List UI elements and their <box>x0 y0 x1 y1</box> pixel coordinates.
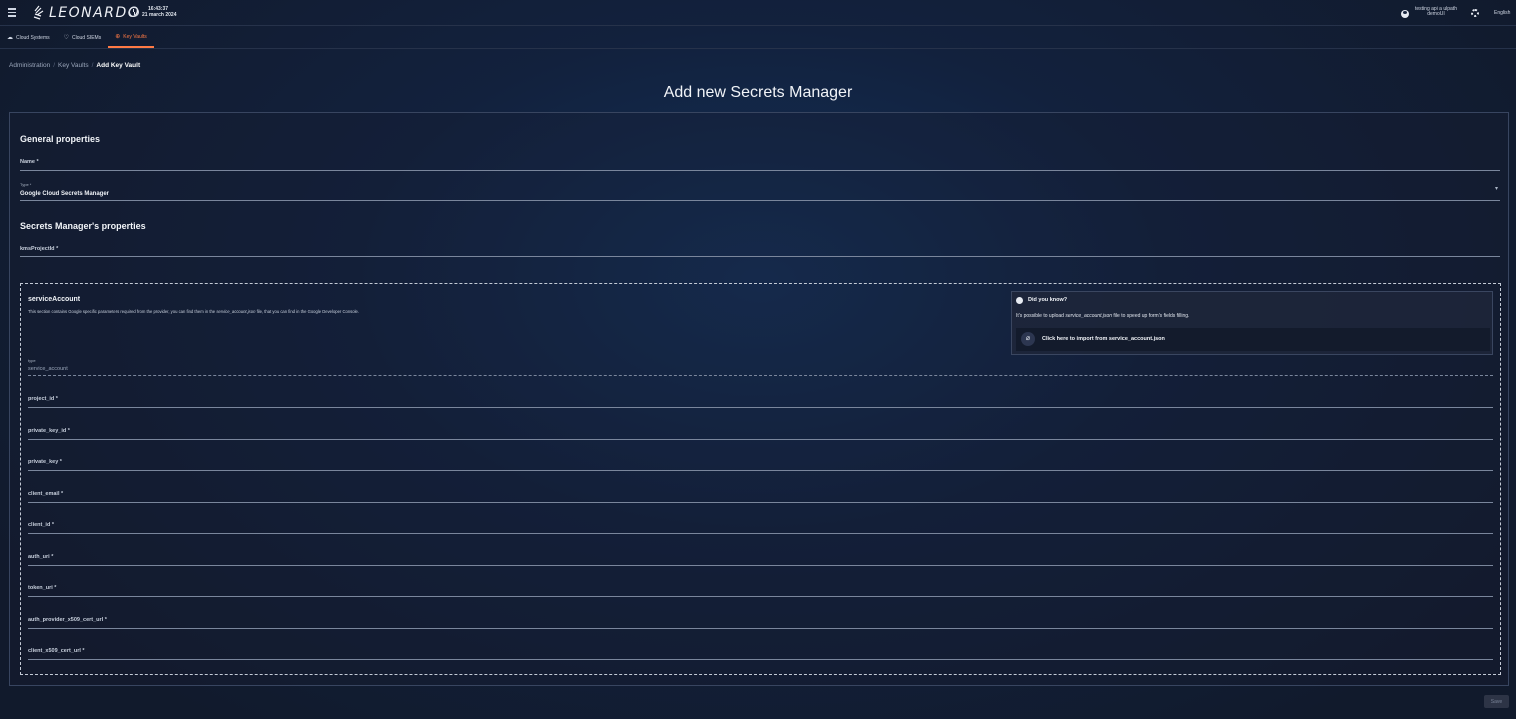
kms-project-id-label: kmsProjectId * <box>20 246 59 252</box>
tab-cloud-siems[interactable]: ♡ Cloud SIEMs <box>57 27 109 48</box>
info-icon <box>1016 297 1023 304</box>
private-key-field[interactable]: private_key * <box>28 451 1493 471</box>
user-tenant: demoUI <box>1427 11 1445 17</box>
breadcrumb: Administration / Key Vaults / Add Key Vault <box>9 62 140 69</box>
did-you-know-card: Did you know? It's possible to upload se… <box>1011 291 1493 355</box>
import-service-account-button[interactable]: ⌀ Click here to import from service_acco… <box>1016 328 1490 351</box>
user-icon[interactable] <box>1401 10 1409 18</box>
service-account-description: This section contains Google specific pa… <box>28 309 359 314</box>
auth-provider-cert-url-field[interactable]: auth_provider_x509_cert_url * <box>28 609 1493 629</box>
client-id-label: client_id * <box>28 522 54 528</box>
auth-uri-label: auth_uri * <box>28 554 54 560</box>
description-text: file, that you can find in the Google De… <box>255 309 360 314</box>
service-account-title: serviceAccount <box>28 296 81 303</box>
save-button[interactable]: Save <box>1484 695 1509 708</box>
language-selector[interactable]: English <box>1494 10 1510 16</box>
name-label: Name * <box>20 159 39 165</box>
tab-cloud-systems[interactable]: ☁ Cloud Systems <box>0 27 57 48</box>
top-bar: LEONARDO 16:43:37 21 march 2024 testing … <box>0 0 1516 26</box>
chevron-down-icon[interactable]: ▾ <box>1495 185 1498 192</box>
tip-text: It's possible to upload service_account.… <box>1016 313 1189 319</box>
tab-label: Cloud Systems <box>16 34 50 41</box>
breadcrumb-separator: / <box>91 62 94 69</box>
breadcrumb-current: Add Key Vault <box>96 62 141 69</box>
cloud-icon: ☁ <box>7 35 13 41</box>
name-field[interactable]: Name * <box>20 153 1500 171</box>
client-cert-url-label: client_x509_cert_url * <box>28 648 85 654</box>
user-info[interactable]: testing api a ulpath demoUI <box>1411 7 1461 17</box>
breadcrumb-key-vaults[interactable]: Key Vaults <box>58 62 89 69</box>
type-label: Type * <box>20 182 32 187</box>
project-id-label: project_id * <box>28 396 58 402</box>
tip-title: Did you know? <box>1028 297 1068 303</box>
tip-text-part: It's possible to upload <box>1016 313 1066 319</box>
token-uri-field[interactable]: token_uri * <box>28 577 1493 597</box>
kms-project-id-field[interactable]: kmsProjectId * <box>20 240 1500 257</box>
form-panel: General properties Name * Type * Google … <box>9 112 1509 686</box>
tab-label: Key Vaults <box>123 33 147 40</box>
breadcrumb-separator: / <box>53 62 55 69</box>
tab-key-vaults[interactable]: ⊕ Key Vaults <box>108 27 154 48</box>
private-key-id-label: private_key_id * <box>28 428 70 434</box>
client-id-field[interactable]: client_id * <box>28 514 1493 534</box>
sa-type-value: service_account <box>28 366 68 372</box>
private-key-id-field[interactable]: private_key_id * <box>28 420 1493 440</box>
client-cert-url-field[interactable]: client_x509_cert_url * <box>28 640 1493 660</box>
auth-uri-field[interactable]: auth_uri * <box>28 546 1493 566</box>
tab-label: Cloud SIEMs <box>72 34 102 41</box>
client-email-label: client_email * <box>28 491 64 497</box>
tip-file: service_account.json <box>1065 313 1113 319</box>
breadcrumb-administration[interactable]: Administration <box>9 62 50 69</box>
secrets-manager-properties-heading: Secrets Manager's properties <box>20 221 146 231</box>
type-value: Google Cloud Secrets Manager <box>20 191 110 197</box>
private-key-label: private_key * <box>28 459 62 465</box>
shield-icon: ♡ <box>63 35 70 41</box>
sa-type-field: type service_account <box>28 356 1493 376</box>
tip-text-part: file to speed up form's fields filling. <box>1112 313 1190 319</box>
sa-type-label: type <box>28 358 36 363</box>
date: 21 march 2024 <box>142 12 177 18</box>
paperclip-icon: ⌀ <box>1021 332 1035 346</box>
leonardo-logo-icon <box>33 5 44 20</box>
import-label: Click here to import from service_accoun… <box>1042 336 1165 342</box>
service-account-section: serviceAccount This section contains Goo… <box>20 283 1501 675</box>
key-icon: ⊕ <box>115 34 121 40</box>
project-id-field[interactable]: project_id * <box>28 388 1493 408</box>
nav-tabs: ☁ Cloud Systems ♡ Cloud SIEMs ⊕ Key Vaul… <box>0 27 154 49</box>
datetime: 16:43:37 21 march 2024 <box>142 6 176 18</box>
logo-text: LEONARDO <box>49 5 141 21</box>
logo[interactable]: LEONARDO <box>31 4 140 22</box>
general-properties-heading: General properties <box>20 134 101 144</box>
settings-gear-icon[interactable] <box>1471 9 1479 17</box>
menu-icon[interactable] <box>8 8 16 17</box>
token-uri-label: token_uri * <box>28 585 57 591</box>
clock-icon <box>129 7 139 17</box>
type-select[interactable]: Type * Google Cloud Secrets Manager ▾ <box>20 180 1500 201</box>
divider <box>0 48 1516 49</box>
description-text: This section contains Google specific pa… <box>28 309 217 314</box>
page-title: Add new Secrets Manager <box>663 84 853 101</box>
auth-provider-cert-url-label: auth_provider_x509_cert_url * <box>28 617 107 623</box>
client-email-field[interactable]: client_email * <box>28 483 1493 503</box>
description-file: service_account.json <box>216 309 256 314</box>
